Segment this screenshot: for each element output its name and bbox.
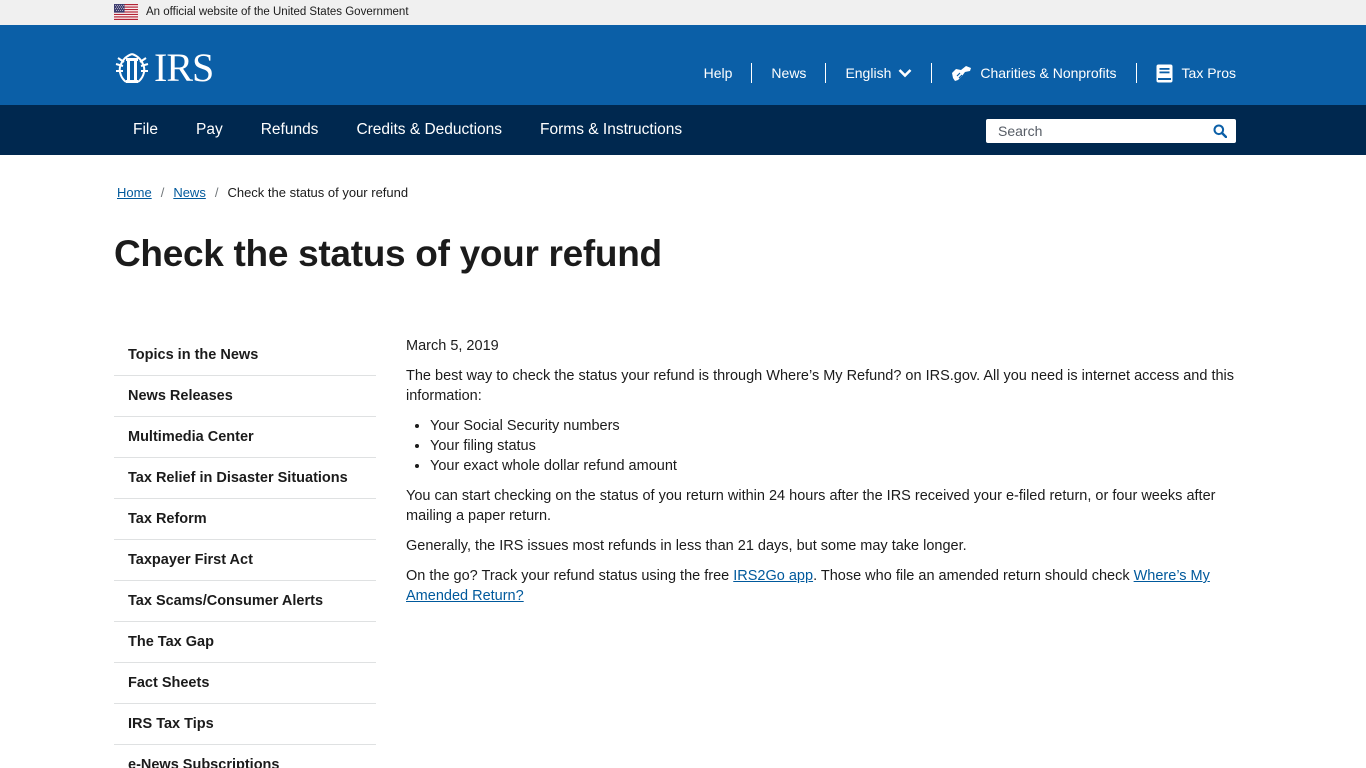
divider: [751, 63, 753, 83]
handshake-icon: [952, 66, 972, 81]
sidebar-nav: Topics in the News News Releases Multime…: [114, 335, 376, 768]
gov-banner-text: An official website of the United States…: [146, 6, 409, 18]
sidebar-item-enews-subscriptions[interactable]: e-News Subscriptions: [114, 745, 376, 768]
divider: [1135, 63, 1137, 83]
breadcrumb: Home / News / Check the status of your r…: [117, 185, 408, 201]
irs-eagle-icon: [115, 53, 149, 83]
us-flag-icon: [114, 4, 138, 20]
nav-credits-deductions[interactable]: Credits & Deductions: [337, 105, 521, 155]
book-icon: [1156, 64, 1173, 82]
search-box: [986, 119, 1236, 143]
search-icon[interactable]: [1213, 124, 1227, 138]
list-item: Your exact whole dollar refund amount: [430, 456, 1254, 476]
sidebar-item-tax-reform[interactable]: Tax Reform: [114, 499, 376, 540]
sidebar-item-multimedia-center[interactable]: Multimedia Center: [114, 417, 376, 458]
sidebar-item-tax-scams[interactable]: Tax Scams/Consumer Alerts: [114, 581, 376, 622]
tax-pros-link[interactable]: Tax Pros: [1156, 63, 1236, 83]
breadcrumb-current: Check the status of your refund: [227, 185, 409, 200]
breadcrumb-news[interactable]: News: [173, 185, 206, 201]
gov-banner: An official website of the United States…: [0, 0, 1366, 25]
sidebar-item-tax-gap[interactable]: The Tax Gap: [114, 622, 376, 663]
main-nav: File Pay Refunds Credits & Deductions Fo…: [0, 105, 1366, 155]
article-date: March 5, 2019: [406, 338, 499, 354]
article-paragraph-links: On the go? Track your refund status usin…: [406, 566, 1254, 606]
language-label: English: [845, 65, 892, 81]
search-input[interactable]: [998, 120, 1213, 142]
help-link[interactable]: Help: [704, 63, 733, 83]
breadcrumb-separator: /: [160, 185, 165, 200]
info-list: Your Social Security numbers Your filing…: [430, 416, 1254, 476]
sidebar-item-fact-sheets[interactable]: Fact Sheets: [114, 663, 376, 704]
sidebar-item-topics-in-the-news[interactable]: Topics in the News: [114, 335, 376, 376]
list-item: Your Social Security numbers: [430, 416, 1254, 436]
irs2go-app-link[interactable]: IRS2Go app: [733, 568, 813, 584]
sidebar-item-news-releases[interactable]: News Releases: [114, 376, 376, 417]
charities-link[interactable]: Charities & Nonprofits: [951, 63, 1117, 83]
sidebar-item-irs-tax-tips[interactable]: IRS Tax Tips: [114, 704, 376, 745]
site-header: IRS Help News English Charities & Nonpro…: [0, 25, 1366, 105]
article-paragraph: Generally, the IRS issues most refunds i…: [406, 538, 967, 554]
page-title: Check the status of your refund: [114, 233, 662, 274]
breadcrumb-home[interactable]: Home: [117, 185, 152, 201]
divider: [825, 63, 827, 83]
list-item: Your filing status: [430, 436, 1254, 456]
irs-logo-link[interactable]: IRS: [114, 45, 214, 90]
article-intro: The best way to check the status your re…: [406, 368, 1235, 404]
language-selector[interactable]: English: [845, 63, 912, 83]
charities-label: Charities & Nonprofits: [980, 65, 1117, 81]
news-link[interactable]: News: [771, 63, 806, 83]
sidebar-item-tax-relief[interactable]: Tax Relief in Disaster Situations: [114, 458, 376, 499]
main-nav-items: File Pay Refunds Credits & Deductions Fo…: [114, 105, 701, 155]
article-content: March 5, 2019 The best way to check the …: [406, 336, 1254, 616]
utility-nav: Help News English Charities & Nonprofits: [704, 62, 1236, 84]
breadcrumb-separator: /: [214, 185, 219, 200]
nav-pay[interactable]: Pay: [177, 105, 242, 155]
nav-forms-instructions[interactable]: Forms & Instructions: [521, 105, 701, 155]
nav-file[interactable]: File: [114, 105, 177, 155]
article-paragraph: You can start checking on the status of …: [406, 488, 1216, 524]
nav-refunds[interactable]: Refunds: [242, 105, 338, 155]
logo-text: IRS: [154, 45, 214, 90]
paragraph-text: On the go? Track your refund status usin…: [406, 568, 734, 584]
tax-pros-label: Tax Pros: [1181, 65, 1236, 81]
paragraph-text: . Those who file an amended return shoul…: [813, 568, 1134, 584]
sidebar-item-taxpayer-first-act[interactable]: Taxpayer First Act: [114, 540, 376, 581]
divider: [931, 63, 933, 83]
chevron-down-icon: [898, 69, 912, 78]
